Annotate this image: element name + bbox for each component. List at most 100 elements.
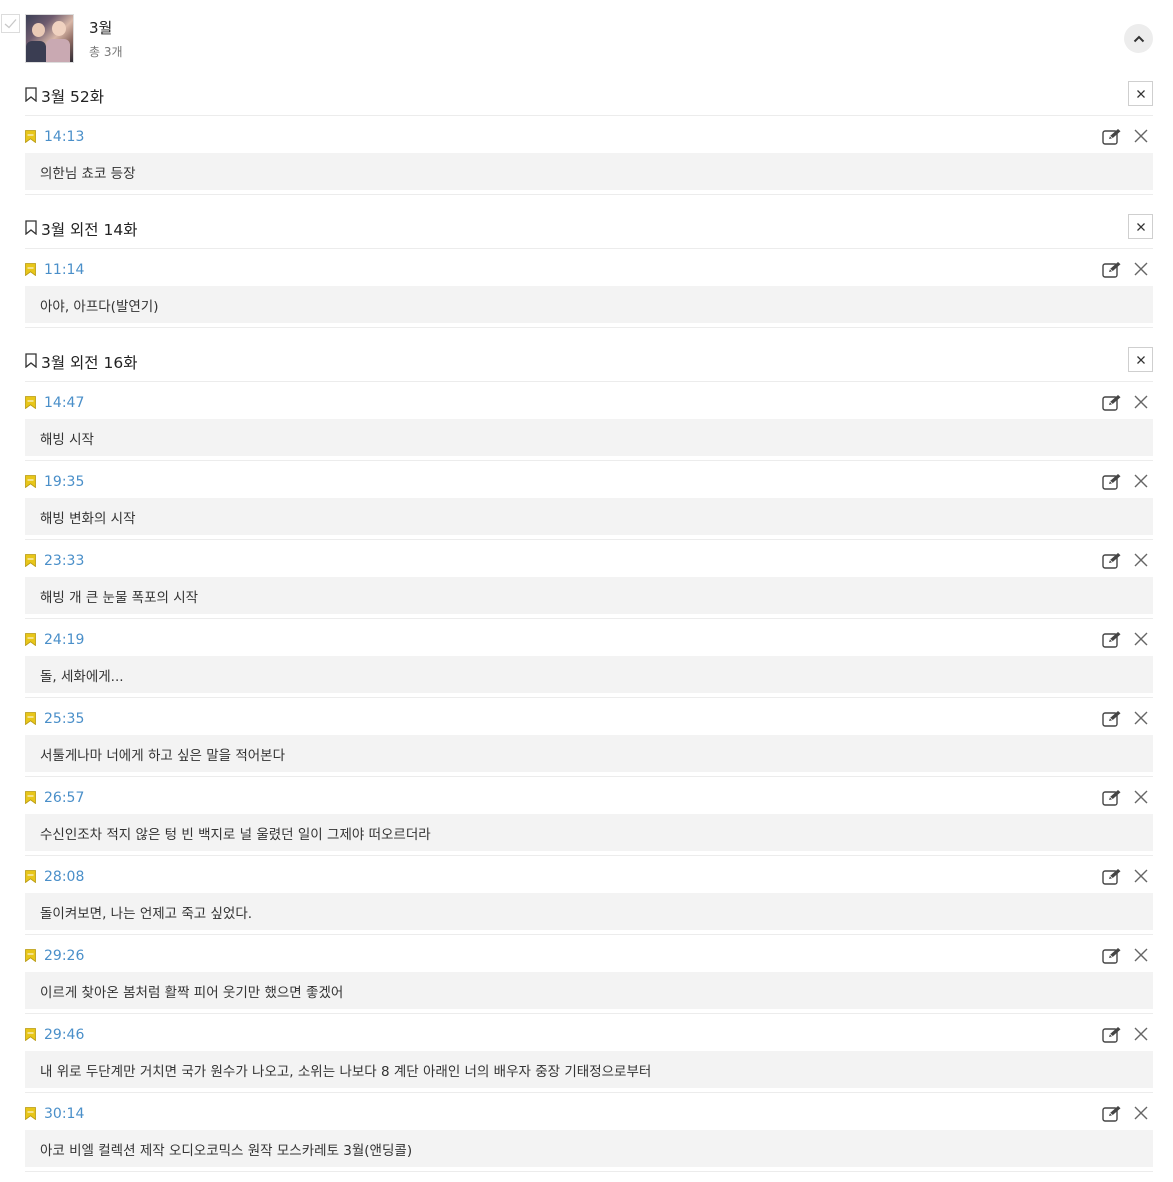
close-icon[interactable] bbox=[1133, 947, 1149, 963]
episode-header: 3월 52화 bbox=[25, 76, 1153, 116]
close-icon[interactable] bbox=[1133, 631, 1149, 647]
episode-spacer bbox=[0, 328, 1173, 342]
bookmark-flag-icon bbox=[25, 554, 36, 567]
bookmark-time[interactable]: 19:35 bbox=[44, 474, 84, 490]
episode-title[interactable]: 3월 52화 bbox=[41, 85, 104, 107]
close-icon[interactable] bbox=[1133, 552, 1149, 568]
bookmark-time[interactable]: 14:47 bbox=[44, 395, 84, 411]
bookmark-note: 아코 비엘 컬렉션 제작 오디오코믹스 원작 모스카레토 3월(앤딩콜) bbox=[25, 1130, 1153, 1167]
bookmark-time[interactable]: 26:57 bbox=[44, 790, 84, 806]
episode-header: 3월 외전 14화 bbox=[25, 209, 1153, 249]
bookmark-item: 30:14 아코 비엘 컬렉션 제작 오디오코믹스 원작 모스카레토 3월(앤딩콜… bbox=[25, 1093, 1153, 1172]
bookmark-note: 해빙 시작 bbox=[25, 419, 1153, 456]
bookmark-flag-icon bbox=[25, 396, 36, 409]
bookmark-flag-icon bbox=[25, 949, 36, 962]
bookmark-time[interactable]: 25:35 bbox=[44, 711, 84, 727]
bookmark-note: 아야, 아프다(발연기) bbox=[25, 286, 1153, 323]
bookmark-note: 의한님 쵸코 등장 bbox=[25, 153, 1153, 190]
bookmark-flag-icon bbox=[25, 130, 36, 143]
bookmark-note: 서툴게나마 너에게 하고 싶은 말을 적어본다 bbox=[25, 735, 1153, 772]
close-icon bbox=[1136, 355, 1145, 364]
bookmark-flag-icon bbox=[25, 1028, 36, 1041]
bookmark-item: 14:13 의한님 쵸코 등장 bbox=[25, 116, 1153, 195]
edit-icon[interactable] bbox=[1102, 473, 1122, 491]
bookmark-flag-icon bbox=[25, 475, 36, 488]
edit-icon[interactable] bbox=[1102, 394, 1122, 412]
edit-icon[interactable] bbox=[1102, 552, 1122, 570]
bookmark-note: 돌이켜보면, 나는 언제고 죽고 싶었다. bbox=[25, 893, 1153, 930]
bookmark-item: 25:35 서툴게나마 너에게 하고 싶은 말을 적어본다 bbox=[25, 698, 1153, 777]
bookmark-flag-icon bbox=[25, 263, 36, 276]
close-icon[interactable] bbox=[1133, 789, 1149, 805]
bookmark-outline-icon bbox=[25, 87, 37, 102]
close-icon[interactable] bbox=[1133, 868, 1149, 884]
bookmark-flag-icon bbox=[25, 870, 36, 883]
bookmark-item: 29:26 이르게 찾아온 봄처럼 활짝 피어 웃기만 했으면 좋겠어 bbox=[25, 935, 1153, 1014]
close-icon[interactable] bbox=[1133, 1105, 1149, 1121]
bookmark-outline-icon bbox=[25, 220, 37, 235]
close-icon[interactable] bbox=[1133, 710, 1149, 726]
bookmark-note: 돌, 세화에게... bbox=[25, 656, 1153, 693]
edit-icon[interactable] bbox=[1102, 868, 1122, 886]
collapse-button[interactable] bbox=[1124, 24, 1153, 53]
edit-icon[interactable] bbox=[1102, 789, 1122, 807]
bookmark-item: 23:33 해빙 개 큰 눈물 폭포의 시작 bbox=[25, 540, 1153, 619]
close-icon[interactable] bbox=[1133, 473, 1149, 489]
close-icon[interactable] bbox=[1133, 261, 1149, 277]
bookmark-outline-icon bbox=[25, 353, 37, 368]
bookmark-list: 3월 52화 14:13 의한님 쵸코 등장 3월 외전 14화 11:14 아야, 아프… bbox=[0, 76, 1173, 1172]
checkmark-icon bbox=[4, 19, 17, 29]
episode-title[interactable]: 3월 외전 14화 bbox=[41, 218, 137, 240]
bookmark-note: 해빙 변화의 시작 bbox=[25, 498, 1153, 535]
close-icon[interactable] bbox=[1133, 394, 1149, 410]
bookmark-time[interactable]: 29:26 bbox=[44, 948, 84, 964]
bookmark-item: 14:47 해빙 시작 bbox=[25, 382, 1153, 461]
bookmark-flag-icon bbox=[25, 712, 36, 725]
playlist-title: 3월 bbox=[89, 19, 113, 37]
bookmark-item: 11:14 아야, 아프다(발연기) bbox=[25, 249, 1153, 328]
edit-icon[interactable] bbox=[1102, 631, 1122, 649]
bookmark-flag-icon bbox=[25, 633, 36, 646]
edit-icon[interactable] bbox=[1102, 128, 1122, 146]
divider bbox=[25, 1171, 1153, 1172]
bookmark-note: 이르게 찾아온 봄처럼 활짝 피어 웃기만 했으면 좋겠어 bbox=[25, 972, 1153, 1009]
bookmark-flag-icon bbox=[25, 1107, 36, 1120]
close-icon[interactable] bbox=[1133, 128, 1149, 144]
bookmark-item: 29:46 내 위로 두단계만 거치면 국가 원수가 나오고, 소위는 나보다 8… bbox=[25, 1014, 1153, 1093]
bookmark-item: 19:35 해빙 변화의 시작 bbox=[25, 461, 1153, 540]
divider bbox=[25, 194, 1153, 195]
bookmark-time[interactable]: 14:13 bbox=[44, 129, 84, 145]
edit-icon[interactable] bbox=[1102, 1105, 1122, 1123]
episode-remove-button[interactable] bbox=[1128, 81, 1153, 106]
edit-icon[interactable] bbox=[1102, 261, 1122, 279]
bookmark-time[interactable]: 11:14 bbox=[44, 262, 84, 278]
episode-spacer bbox=[0, 195, 1173, 209]
close-icon bbox=[1136, 89, 1145, 98]
select-checkbox[interactable] bbox=[1, 14, 20, 33]
close-icon bbox=[1136, 222, 1145, 231]
bookmark-item: 28:08 돌이켜보면, 나는 언제고 죽고 싶었다. bbox=[25, 856, 1153, 935]
bookmark-flag-icon bbox=[25, 791, 36, 804]
bookmark-note: 수신인조차 적지 않은 텅 빈 백지로 널 울렸던 일이 그제야 떠오르더라 bbox=[25, 814, 1153, 851]
edit-icon[interactable] bbox=[1102, 947, 1122, 965]
bookmark-count: 총 3개 bbox=[89, 45, 123, 59]
playlist-header: 3월 총 3개 bbox=[0, 0, 1173, 70]
bookmark-item: 24:19 돌, 세화에게... bbox=[25, 619, 1153, 698]
close-icon[interactable] bbox=[1133, 1026, 1149, 1042]
bookmark-item: 26:57 수신인조차 적지 않은 텅 빈 백지로 널 울렸던 일이 그제야 떠오… bbox=[25, 777, 1153, 856]
episode-remove-button[interactable] bbox=[1128, 347, 1153, 372]
episode-title[interactable]: 3월 외전 16화 bbox=[41, 351, 137, 373]
edit-icon[interactable] bbox=[1102, 1026, 1122, 1044]
episode-remove-button[interactable] bbox=[1128, 214, 1153, 239]
bookmark-time[interactable]: 28:08 bbox=[44, 869, 84, 885]
bookmark-time[interactable]: 30:14 bbox=[44, 1106, 84, 1122]
bookmark-note: 내 위로 두단계만 거치면 국가 원수가 나오고, 소위는 나보다 8 계단 아… bbox=[25, 1051, 1153, 1088]
bookmark-note: 해빙 개 큰 눈물 폭포의 시작 bbox=[25, 577, 1153, 614]
bookmark-time[interactable]: 24:19 bbox=[44, 632, 84, 648]
divider bbox=[25, 327, 1153, 328]
episode-header: 3월 외전 16화 bbox=[25, 342, 1153, 382]
bookmark-time[interactable]: 23:33 bbox=[44, 553, 84, 569]
album-thumbnail[interactable] bbox=[25, 14, 74, 63]
bookmark-time[interactable]: 29:46 bbox=[44, 1027, 84, 1043]
edit-icon[interactable] bbox=[1102, 710, 1122, 728]
